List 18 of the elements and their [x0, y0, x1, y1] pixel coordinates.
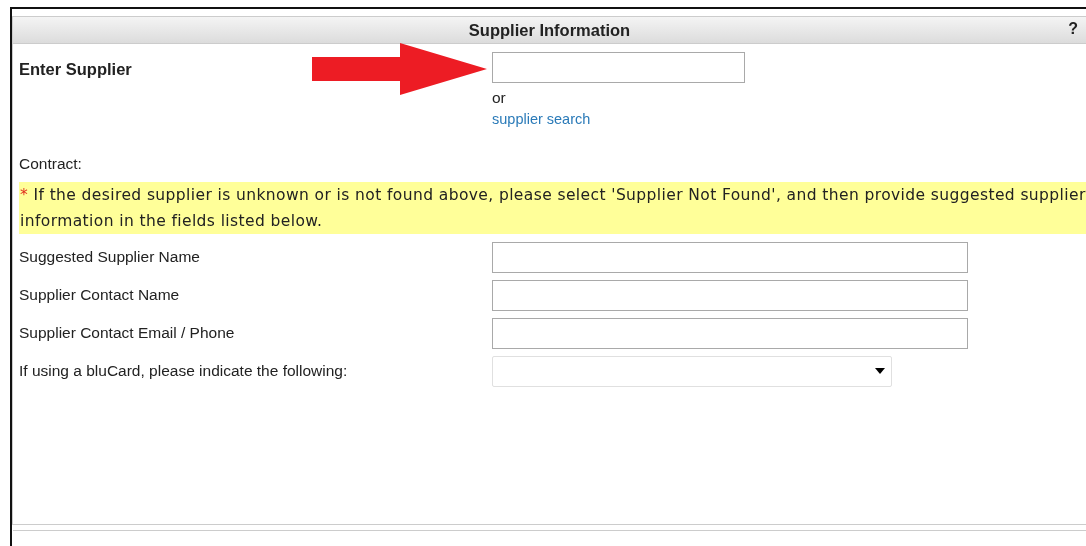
field-label: Supplier Contact Email / Phone — [19, 324, 235, 342]
dropdown-field[interactable] — [492, 355, 892, 387]
field-label: If using a bluCard, please indicate the following: — [19, 362, 348, 380]
supplier-search-link[interactable]: supplier search — [492, 111, 591, 127]
supplier-field[interactable] — [492, 52, 745, 83]
field-label: Suggested Supplier Name — [19, 248, 200, 266]
field-label: Supplier Contact Name — [19, 286, 180, 304]
arrow-icon — [312, 43, 487, 95]
text-field[interactable] — [492, 241, 968, 273]
contract-label: Contract: — [19, 155, 83, 173]
help-button[interactable]: ? — [1068, 20, 1078, 38]
text-field[interactable] — [492, 279, 968, 311]
text-field[interactable] — [492, 317, 968, 349]
note-text: * If the desired supplier is unknown or is not found above, please select 'Supplier Not Found', and then provide suggested supplier information in the fields listed below. — [19, 182, 1086, 234]
caret-icon — [875, 368, 885, 374]
field-label: Enter Supplier — [19, 59, 132, 79]
or-text: or — [492, 89, 506, 107]
panel-title: Supplier Information — [468, 20, 631, 40]
